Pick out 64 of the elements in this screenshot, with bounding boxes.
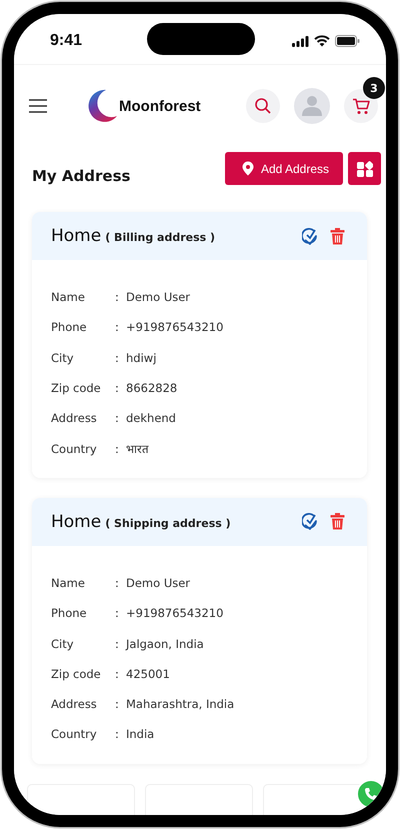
cart-icon: [352, 98, 370, 114]
wifi-icon: [314, 35, 330, 47]
shield-check-icon: [302, 228, 318, 244]
field-label: Zip code: [51, 381, 102, 396]
field-separator: :: [115, 411, 120, 426]
field-separator: :: [115, 606, 120, 620]
field-value: Jalgaon, India: [126, 636, 204, 651]
field-label: Address: [51, 411, 98, 426]
field-value: +919876543210: [126, 320, 224, 334]
status-time: 9:41: [50, 32, 82, 50]
shield-check-icon: [302, 513, 318, 530]
field-label: Name: [51, 576, 86, 590]
field-separator: :: [115, 666, 120, 681]
edit-button[interactable]: [302, 228, 318, 244]
address-type: ( Shipping address ): [105, 516, 231, 530]
page-title: My Address: [32, 166, 130, 184]
user-silhouette-icon: [301, 95, 323, 117]
battery-icon: [335, 35, 360, 47]
field-value: dekhend: [126, 411, 176, 426]
grid-icon: [356, 160, 372, 176]
layout-button[interactable]: [348, 152, 381, 185]
trash-icon: [330, 513, 345, 530]
edit-button[interactable]: [302, 513, 318, 530]
field-separator: :: [115, 727, 120, 742]
delete-button[interactable]: [330, 228, 345, 244]
signal-icon: [292, 36, 309, 46]
field-separator: :: [115, 697, 120, 712]
add-address-button[interactable]: Add Address: [224, 152, 343, 185]
field-label: Address: [51, 697, 98, 712]
brand-name: Moonforest: [119, 98, 201, 114]
field-value: Demo User: [126, 290, 190, 304]
trash-icon: [330, 228, 345, 244]
location-pin-icon: [242, 161, 254, 176]
field-label: Phone: [51, 606, 88, 620]
field-label: Country: [51, 727, 98, 742]
field-value: India: [126, 727, 154, 742]
cart-count-badge: 3: [363, 77, 385, 99]
address-type: ( Billing address ): [105, 231, 216, 244]
search-button[interactable]: [246, 89, 280, 123]
field-separator: :: [115, 320, 120, 334]
search-icon: [254, 97, 272, 115]
field-label: Name: [51, 290, 86, 304]
field-label: Phone: [51, 320, 88, 334]
menu-icon: [28, 98, 48, 114]
delete-button[interactable]: [330, 513, 345, 530]
field-separator: :: [115, 636, 120, 651]
field-value: Maharashtra, India: [126, 697, 234, 712]
address-title: Home: [51, 226, 102, 246]
field-separator: :: [115, 290, 120, 304]
field-separator: :: [115, 442, 120, 456]
field-value: 8662828: [126, 381, 178, 396]
field-value: hdiwj: [126, 350, 156, 365]
field-label: Zip code: [51, 666, 102, 681]
field-value: 425001: [126, 666, 170, 681]
field-separator: :: [115, 350, 120, 365]
field-value: +919876543210: [126, 606, 224, 620]
field-label: City: [51, 636, 75, 651]
address-title: Home: [51, 512, 102, 532]
field-value: भारत: [126, 441, 149, 456]
field-separator: :: [115, 576, 120, 590]
field-value: Demo User: [126, 576, 190, 590]
field-label: Country: [51, 442, 98, 456]
field-separator: :: [115, 381, 120, 396]
field-label: City: [51, 350, 75, 365]
